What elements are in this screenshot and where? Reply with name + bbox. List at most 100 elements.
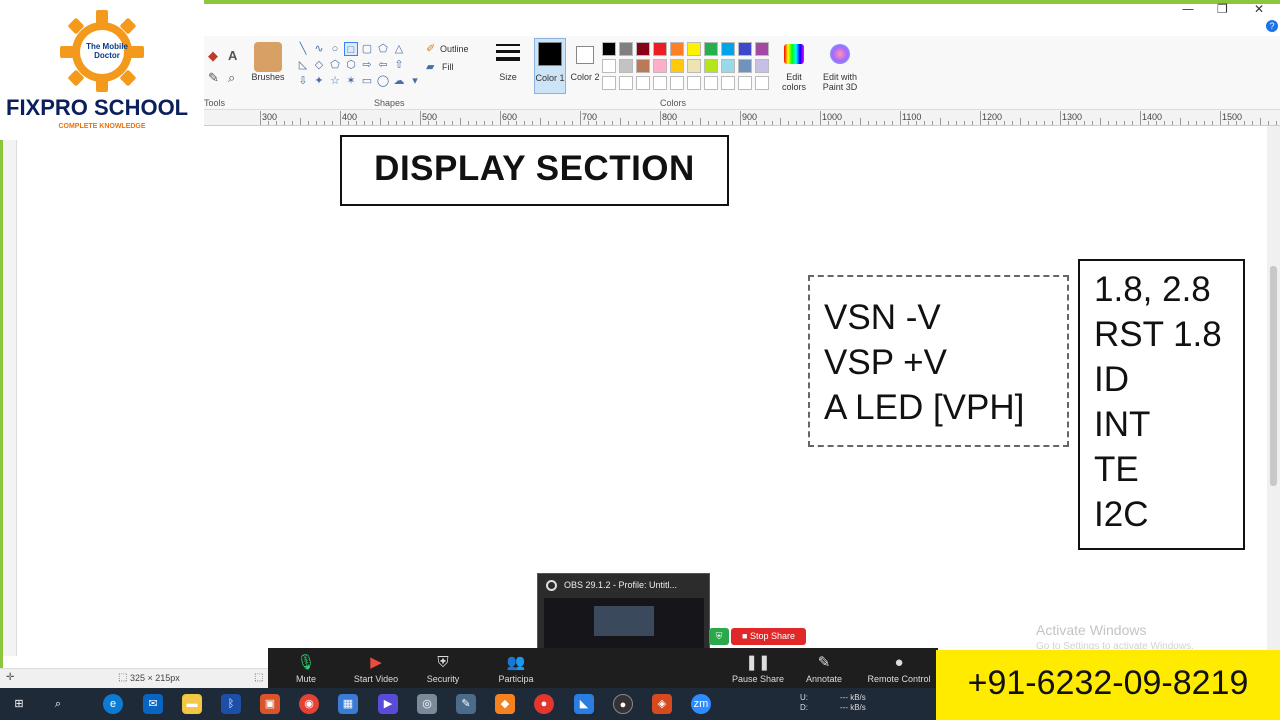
- up-arrow-shape-icon[interactable]: ⇧: [392, 58, 406, 72]
- close-icon[interactable]: ✕: [1254, 2, 1264, 16]
- size-button[interactable]: Size: [492, 72, 524, 82]
- brushes-button[interactable]: Brushes: [248, 72, 288, 82]
- search-icon[interactable]: ⌕: [48, 694, 68, 714]
- right-triangle-shape-icon[interactable]: ◺: [296, 58, 310, 72]
- oval-shape-icon[interactable]: ○: [328, 42, 342, 56]
- curve-shape-icon[interactable]: ∿: [312, 42, 326, 56]
- custom-color-slot[interactable]: [687, 76, 701, 90]
- hexagon-shape-icon[interactable]: ⬡: [344, 58, 358, 72]
- file-explorer-icon[interactable]: ▬: [182, 694, 202, 714]
- edge-icon[interactable]: e: [103, 694, 123, 714]
- media-player-icon[interactable]: ▶: [378, 694, 398, 714]
- eraser-icon[interactable]: ◆: [208, 48, 218, 64]
- custom-color-slot[interactable]: [721, 76, 735, 90]
- palette-swatch[interactable]: [738, 59, 752, 73]
- edit-colors-button[interactable]: Edit colors: [776, 72, 812, 92]
- triangle-shape-icon[interactable]: △: [392, 42, 406, 56]
- palette-swatch[interactable]: [653, 42, 667, 56]
- help-icon[interactable]: ?: [1266, 20, 1278, 32]
- custom-color-slot[interactable]: [653, 76, 667, 90]
- custom-color-slot[interactable]: [602, 76, 616, 90]
- shapes-more-icon[interactable]: ▾: [408, 74, 422, 88]
- color-picker-icon[interactable]: ✎: [208, 70, 219, 86]
- edit-with-paint3d-button[interactable]: Edit with Paint 3D: [816, 72, 864, 92]
- color1-selector[interactable]: Color 1: [534, 38, 566, 94]
- mute-button[interactable]: 🎙 Mute: [286, 648, 326, 688]
- palette-swatch[interactable]: [687, 59, 701, 73]
- custom-color-slot[interactable]: [738, 76, 752, 90]
- fill-dropdown[interactable]: Fill: [442, 62, 454, 72]
- custom-color-slot[interactable]: [755, 76, 769, 90]
- minimize-icon[interactable]: —: [1182, 2, 1194, 16]
- palette-swatch[interactable]: [704, 59, 718, 73]
- bluetooth-app-icon[interactable]: ᛒ: [221, 694, 241, 714]
- cloud-callout-shape-icon[interactable]: ☁: [392, 74, 406, 88]
- palette-swatch[interactable]: [636, 59, 650, 73]
- camera-icon[interactable]: ◎: [417, 694, 437, 714]
- palette-swatch[interactable]: [670, 42, 684, 56]
- polygon-shape-icon[interactable]: ⬠: [376, 42, 390, 56]
- orange-app-icon[interactable]: ◆: [495, 694, 515, 714]
- palette-swatch[interactable]: [687, 42, 701, 56]
- store-icon[interactable]: ▦: [338, 694, 358, 714]
- five-point-star-shape-icon[interactable]: ☆: [328, 74, 342, 88]
- palette-swatch[interactable]: [636, 42, 650, 56]
- down-arrow-shape-icon[interactable]: ⇩: [296, 74, 310, 88]
- annotate-button[interactable]: ✎ Annotate: [800, 648, 848, 688]
- palette-swatch[interactable]: [755, 59, 769, 73]
- palette-swatch[interactable]: [755, 42, 769, 56]
- shapes-gallery[interactable]: ╲ ∿ ○ □ ▢ ⬠ △ ◺ ◇ ⬠ ⬡ ⇨ ⇦ ⇧ ⇩ ✦ ☆ ✶ ▭ ◯ …: [296, 42, 418, 92]
- vertical-scrollbar[interactable]: [1267, 126, 1280, 656]
- brave-icon[interactable]: ◈: [652, 694, 672, 714]
- mail-icon[interactable]: ✉: [143, 694, 163, 714]
- rectangle-shape-icon[interactable]: □: [344, 42, 358, 56]
- text-tool-icon[interactable]: A: [228, 48, 237, 63]
- callout-shape-icon[interactable]: ▭: [360, 74, 374, 88]
- windows-start-icon[interactable]: ⊞: [9, 694, 29, 714]
- custom-color-slot[interactable]: [619, 76, 633, 90]
- pentagon-shape-icon[interactable]: ⬠: [328, 58, 342, 72]
- custom-color-slot[interactable]: [636, 76, 650, 90]
- office-icon[interactable]: ▣: [260, 694, 280, 714]
- palette-swatch[interactable]: [670, 59, 684, 73]
- palette-swatch[interactable]: [738, 42, 752, 56]
- stop-share-button[interactable]: ■ Stop Share: [731, 628, 806, 645]
- outline-dropdown[interactable]: Outline: [440, 44, 469, 54]
- palette-swatch[interactable]: [721, 59, 735, 73]
- zoom-icon[interactable]: zm: [691, 694, 711, 714]
- left-arrow-shape-icon[interactable]: ⇦: [376, 58, 390, 72]
- palette-swatch[interactable]: [653, 59, 667, 73]
- diamond-shape-icon[interactable]: ◇: [312, 58, 326, 72]
- oval-callout-shape-icon[interactable]: ◯: [376, 74, 390, 88]
- rounded-rect-shape-icon[interactable]: ▢: [360, 42, 374, 56]
- palette-swatch[interactable]: [619, 59, 633, 73]
- start-video-button[interactable]: ▶ Start Video: [348, 648, 404, 688]
- palette-swatch[interactable]: [602, 59, 616, 73]
- security-button[interactable]: ⛨ Security: [418, 648, 468, 688]
- line-shape-icon[interactable]: ╲: [296, 42, 310, 56]
- palette-swatch[interactable]: [704, 42, 718, 56]
- scrollbar-thumb[interactable]: [1270, 266, 1277, 486]
- palette-swatch[interactable]: [602, 42, 616, 56]
- six-point-star-shape-icon[interactable]: ✶: [344, 74, 358, 88]
- color-palette[interactable]: [602, 42, 778, 94]
- four-point-star-shape-icon[interactable]: ✦: [312, 74, 326, 88]
- paint-app-icon[interactable]: ✎: [456, 694, 476, 714]
- palette-swatch[interactable]: [721, 42, 735, 56]
- palette-swatch[interactable]: [619, 42, 633, 56]
- remote-control-button[interactable]: ● Remote Control: [864, 648, 934, 688]
- custom-color-slot[interactable]: [704, 76, 718, 90]
- obs-taskbar-icon[interactable]: ●: [613, 694, 633, 714]
- ruler-minor-tick: [1004, 121, 1005, 125]
- recorder-app-icon[interactable]: ●: [534, 694, 554, 714]
- restore-icon[interactable]: ❐: [1217, 2, 1228, 16]
- custom-color-slot[interactable]: [670, 76, 684, 90]
- chrome-icon[interactable]: ◉: [299, 694, 319, 714]
- color2-selector[interactable]: Color 2: [570, 38, 600, 94]
- blue-app-icon[interactable]: ◣: [574, 694, 594, 714]
- magnifier-icon[interactable]: ⌕: [228, 70, 235, 86]
- participants-button[interactable]: 👥 Participa: [494, 648, 538, 688]
- pause-share-button[interactable]: ❚❚ Pause Share: [728, 648, 788, 688]
- brushes-icon[interactable]: [254, 42, 282, 72]
- right-arrow-shape-icon[interactable]: ⇨: [360, 58, 374, 72]
